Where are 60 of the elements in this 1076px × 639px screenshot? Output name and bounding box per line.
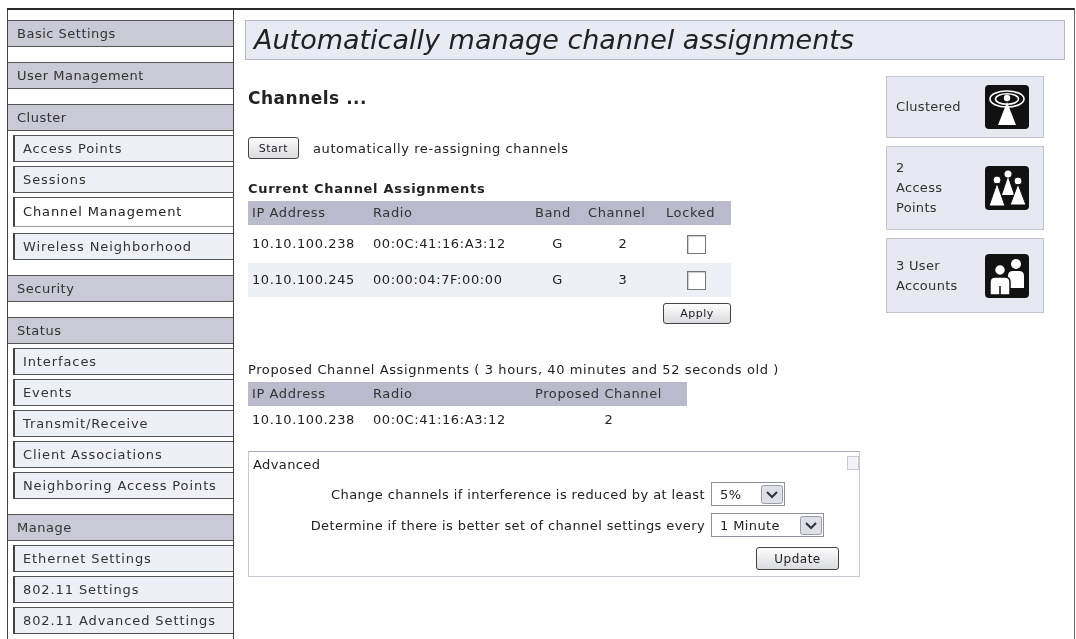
sidebar-item[interactable]: Events — [13, 379, 233, 406]
people-icon — [985, 253, 1029, 298]
start-caption: automatically re-assigning channels — [313, 140, 569, 156]
apply-button[interactable]: Apply — [663, 303, 731, 324]
setting-label: Determine if there is better set of channel settings every — [309, 517, 705, 533]
table-cell-text: 00:0C:41:16:A3:12 — [372, 235, 507, 253]
sidebar-item[interactable]: 802.11 Advanced Settings — [13, 607, 233, 634]
chevron-down-icon — [761, 484, 784, 504]
table-cell-text: 2 — [603, 411, 615, 429]
sidebar-item[interactable]: Wireless Neighborhood — [13, 233, 233, 260]
setting-label: Change channels if interference is reduced by at least — [330, 486, 705, 502]
table-title: Current Channel Assignments — [248, 181, 487, 197]
table-cell-text: 2 — [617, 235, 629, 253]
table-cell-text: 00:0C:41:16:A3:12 — [372, 411, 507, 429]
status-label: 2 Access Points — [896, 159, 943, 217]
update-button[interactable]: Update — [756, 547, 839, 570]
status-label: 3 User Accounts — [896, 256, 958, 295]
table-title: Proposed Channel Assignments ( 3 hours, 40 minutes and 52 seconds old ) — [248, 362, 780, 378]
table-cell-text: 10.10.100.238 — [251, 411, 356, 429]
sidebar-section-header[interactable]: Basic Settings — [8, 20, 233, 47]
start-button[interactable]: Start — [248, 137, 299, 159]
sidebar-item[interactable]: Ethernet Settings — [13, 545, 233, 572]
sidebar-section-header[interactable]: Status — [8, 317, 233, 344]
column-header: Channel — [584, 201, 662, 225]
column-header: IP Address — [248, 382, 369, 406]
sidebar-item[interactable]: Sessions — [13, 166, 233, 193]
table-cell-text: 10.10.100.238 — [251, 235, 356, 253]
sidebar-item[interactable]: Access Points — [13, 135, 233, 162]
table-cell: 00:00:04:7F:00:00 — [369, 263, 531, 297]
column-header: Locked — [662, 201, 731, 225]
sidebar-item[interactable]: Channel Management — [13, 197, 233, 227]
table-cell: G — [531, 263, 584, 297]
status-label: Clustered — [896, 98, 961, 116]
checkbox[interactable] — [687, 270, 706, 290]
dropdown[interactable]: 1 Minute — [711, 513, 824, 537]
column-header: IP Address — [248, 201, 369, 225]
column-header: Band — [531, 201, 584, 225]
sidebar-item[interactable]: 802.11 Settings — [13, 576, 233, 603]
dropdown[interactable]: 5% — [711, 482, 786, 506]
column-header: Radio — [369, 382, 531, 406]
sidebar-section-header[interactable]: User Management — [8, 62, 233, 89]
sidebar-section-header[interactable]: Cluster — [8, 104, 233, 131]
table-cell: 3 — [584, 263, 662, 297]
sidebar-item[interactable]: Transmit/Receive — [13, 410, 233, 437]
table-cell: 10.10.100.245 — [248, 263, 369, 297]
sidebar-item[interactable]: Client Associations — [13, 441, 233, 468]
table-cell-text: G — [551, 235, 564, 253]
page-title: Automatically manage channel assignments — [245, 20, 1065, 60]
column-header: Proposed Channel — [531, 382, 687, 406]
panel-title: Advanced — [253, 456, 321, 474]
sidebar-item[interactable]: Interfaces — [13, 348, 233, 375]
section-heading: Channels ... — [248, 88, 369, 108]
checkbox[interactable] — [687, 234, 706, 254]
cone-figures-icon — [985, 166, 1029, 210]
sidebar-section-header[interactable]: Security — [8, 275, 233, 302]
sidebar-section-header[interactable]: Manage — [8, 514, 233, 541]
sidebar-item[interactable]: Neighboring Access Points — [13, 472, 233, 499]
antenna-icon — [985, 85, 1029, 129]
column-header: Radio — [369, 201, 531, 225]
chevron-down-icon — [800, 515, 822, 535]
